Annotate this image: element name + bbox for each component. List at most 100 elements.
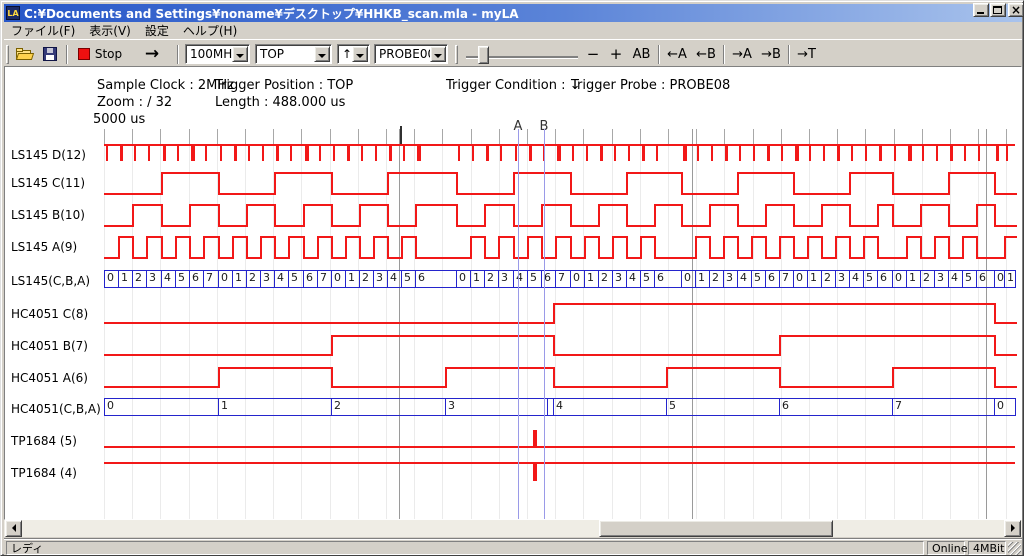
cursor-a-line[interactable]: [518, 129, 519, 519]
bus-cell: 0: [892, 270, 907, 288]
wave-segment: [994, 193, 1017, 195]
scroll-right-icon: [1011, 524, 1019, 532]
trigger-edge-combo-value: ↑: [342, 47, 352, 61]
wave-edge: [218, 236, 220, 259]
menu-file[interactable]: ファイル(F): [4, 23, 82, 39]
probe-combo[interactable]: PROBE00: [374, 44, 448, 64]
grid-tick: [442, 129, 443, 144]
grid-minor-line: [837, 129, 838, 519]
cursor-b-line[interactable]: [544, 129, 545, 519]
zoom-in-button[interactable]: +: [605, 43, 627, 65]
maximize-button[interactable]: [990, 3, 1006, 17]
wave-segment: [793, 193, 851, 195]
grid-minor-line: [1006, 129, 1007, 519]
dropdown-arrow-icon[interactable]: [352, 46, 368, 62]
status-memory: 4MBit: [968, 541, 1006, 555]
grid-minor-line: [245, 129, 246, 519]
wave-edge: [527, 236, 529, 259]
close-button[interactable]: ×: [1008, 3, 1024, 17]
wave-segment: [976, 257, 1006, 259]
strobe-pulse: [851, 144, 853, 161]
strobe-pulse: [964, 144, 966, 161]
wave-edge: [541, 236, 543, 259]
wave-edge: [218, 172, 220, 195]
set-b-button[interactable]: →B: [757, 43, 785, 65]
horizontal-scrollbar[interactable]: [4, 520, 1022, 537]
bus-cell: 3: [445, 398, 548, 416]
grid-minor-line: [668, 129, 669, 519]
zoom-slider-thumb[interactable]: [478, 46, 489, 64]
goto-b-button[interactable]: ←B: [692, 43, 720, 65]
grid-tick: [104, 129, 105, 144]
wave-segment: [104, 322, 555, 324]
strobe-pulse: [177, 144, 179, 161]
menu-view[interactable]: 表示(V): [82, 23, 138, 39]
strobe-pulse: [276, 144, 279, 161]
wave-edge: [118, 236, 120, 259]
trigger-edge-combo[interactable]: ↑: [337, 44, 370, 64]
wave-edge: [345, 236, 347, 259]
dropdown-arrow-icon[interactable]: [314, 46, 330, 62]
zoom-out-button[interactable]: −: [582, 43, 604, 65]
menu-help[interactable]: ヘルプ(H): [176, 23, 244, 39]
grid-tick: [527, 129, 528, 144]
wave-segment: [456, 193, 515, 195]
grid-tick: [358, 129, 359, 144]
set-a-button[interactable]: →A: [728, 43, 756, 65]
channel-label: LS145 D(12): [11, 146, 106, 164]
wave-segment: [104, 354, 333, 356]
minimize-icon: [977, 12, 984, 14]
dropdown-arrow-icon[interactable]: [232, 46, 248, 62]
resize-grip[interactable]: [1008, 542, 1021, 555]
zoom-slider[interactable]: [464, 43, 580, 65]
wave-edge: [132, 236, 134, 259]
goto-a-button[interactable]: ←A: [663, 43, 691, 65]
strobe-pulse: [996, 144, 999, 161]
wave-edge: [303, 204, 305, 227]
scroll-right-button[interactable]: [1004, 520, 1021, 537]
bus-cell: 0: [793, 270, 808, 288]
wave-edge: [920, 236, 922, 259]
open-file-button[interactable]: [11, 43, 37, 65]
run-button[interactable]: →: [134, 43, 170, 65]
bus-cell: 6: [877, 270, 893, 288]
strobe-pulse: [642, 144, 645, 161]
strobe-pulse: [572, 144, 574, 161]
clock-combo[interactable]: 100MHz: [185, 44, 250, 64]
strobe-pulse: [191, 144, 195, 161]
stop-button[interactable]: Stop: [71, 43, 129, 65]
toolbar-grip[interactable]: [455, 45, 458, 64]
minimize-button[interactable]: [973, 3, 989, 17]
goto-trigger-button[interactable]: →T: [793, 43, 820, 65]
toolbar-separator: [177, 45, 179, 64]
trigger-condition-text: Trigger Condition : ↓: [446, 78, 581, 93]
wave-edge: [331, 172, 333, 195]
grid-tick: [612, 129, 613, 144]
wave-edge: [513, 204, 515, 227]
wave-segment: [920, 204, 950, 206]
scroll-left-button[interactable]: [5, 520, 22, 537]
trigger-position-combo[interactable]: TOP: [255, 44, 332, 64]
dropdown-arrow-icon[interactable]: [430, 46, 446, 62]
menu-settings[interactable]: 設定: [138, 23, 176, 39]
bus-cell: 6: [779, 398, 893, 416]
strobe-pulse: [950, 144, 953, 161]
ab-button[interactable]: AB: [628, 43, 655, 65]
bus-cell: 0: [331, 270, 346, 288]
bus-cell: 1: [584, 270, 599, 288]
scrollbar-thumb[interactable]: [599, 520, 833, 537]
wave-edge: [359, 236, 361, 259]
strobe-pulse: [936, 144, 938, 161]
wave-edge: [626, 204, 628, 227]
wave-edge: [793, 236, 795, 259]
wave-edge: [779, 335, 781, 356]
wave-segment: [654, 204, 683, 206]
toolbar-grip[interactable]: [6, 45, 9, 64]
wave-segment: [737, 225, 767, 227]
wave-edge: [793, 172, 795, 195]
strobe-pulse: [486, 144, 489, 161]
save-file-button[interactable]: [37, 43, 63, 65]
wave-segment: [331, 386, 447, 388]
wave-segment: [387, 225, 417, 227]
strobe-pulse: [823, 144, 825, 161]
